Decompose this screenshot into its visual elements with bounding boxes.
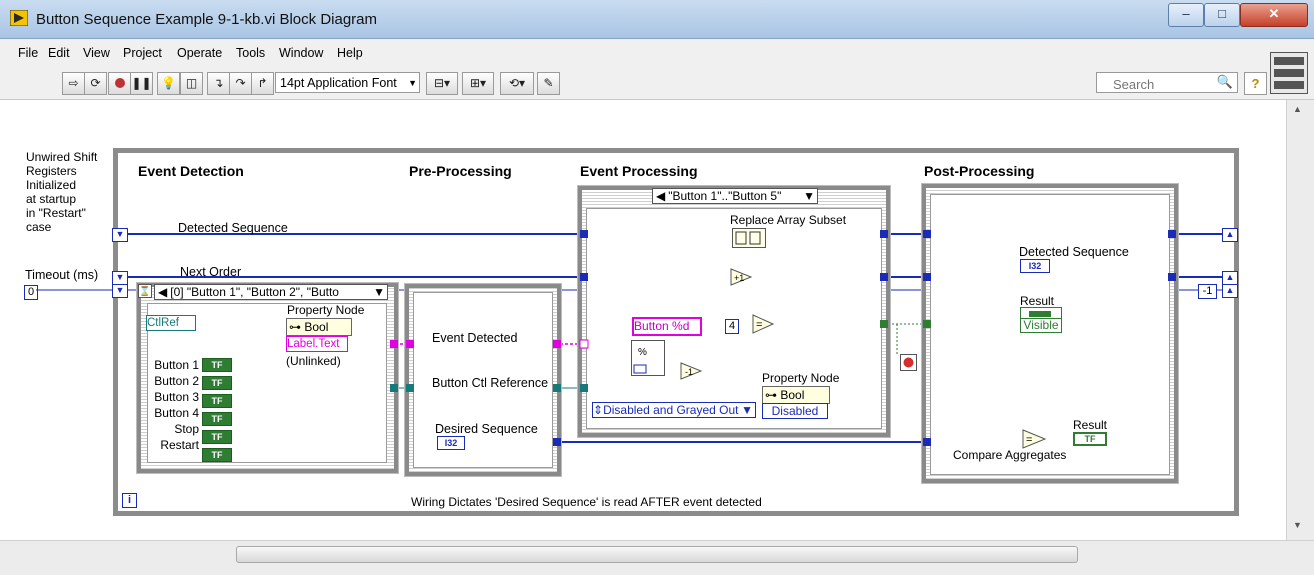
step-out-icon[interactable]: ↱	[251, 72, 274, 95]
scroll-up-icon[interactable]: ▲	[1293, 104, 1302, 114]
run-continuously-icon[interactable]: ⟳	[84, 72, 107, 95]
distribute-objects-icon[interactable]: ⊞▾	[462, 72, 494, 95]
menu-project[interactable]: Project	[123, 46, 162, 60]
step-into-icon[interactable]: ↴	[207, 72, 230, 95]
title-bar: Button Sequence Example 9-1-kb.vi Block …	[0, 0, 1314, 39]
menu-help[interactable]: Help	[337, 46, 363, 60]
maximize-button[interactable]: □	[1204, 3, 1240, 27]
menu-tools[interactable]: Tools	[236, 46, 265, 60]
highlight-execution-icon[interactable]: 💡	[157, 72, 180, 95]
menu-file[interactable]: File	[18, 46, 38, 60]
footer-comment: Wiring Dictates 'Desired Sequence' is re…	[411, 495, 762, 509]
vi-icon[interactable]	[1270, 52, 1308, 94]
menu-edit[interactable]: Edit	[48, 46, 70, 60]
menu-bar: File Edit View Project Operate Tools Win…	[0, 39, 1314, 67]
step-over-icon[interactable]: ↷	[229, 72, 252, 95]
vertical-scrollbar[interactable]: ▲ ▼	[1286, 100, 1314, 540]
minimize-button[interactable]: –	[1168, 3, 1204, 27]
menu-view[interactable]: View	[83, 46, 110, 60]
window-title: Button Sequence Example 9-1-kb.vi Block …	[36, 11, 378, 28]
scroll-down-icon[interactable]: ▼	[1293, 520, 1302, 530]
font-select[interactable]: 14pt Application Font ▼	[275, 72, 420, 93]
menu-operate[interactable]: Operate	[177, 46, 222, 60]
align-objects-icon[interactable]: ⊟▾	[426, 72, 458, 95]
horizontal-scroll-thumb[interactable]	[236, 546, 1078, 563]
block-diagram[interactable]: Unwired Shift Registers Initialized at s…	[0, 100, 1285, 540]
pause-icon[interactable]: ❚❚	[130, 72, 153, 95]
context-help-button[interactable]: ?	[1244, 72, 1267, 95]
chevron-down-icon: ▼	[408, 78, 417, 88]
menu-window[interactable]: Window	[279, 46, 323, 60]
retain-wire-values-icon[interactable]: ◫	[180, 72, 203, 95]
run-arrow-icon[interactable]: ⇨	[62, 72, 85, 95]
search-icon[interactable]: 🔍	[1217, 74, 1233, 90]
font-select-value: 14pt Application Font	[280, 76, 397, 90]
toolbar: ⇨ ⟳ ❚❚ 💡 ◫ ↴ ↷ ↱ 14pt Application Font ▼…	[0, 67, 1314, 100]
horizontal-scrollbar[interactable]	[0, 540, 1314, 575]
reorder-icon[interactable]: ⟲▾	[500, 72, 534, 95]
search-input[interactable]	[1111, 75, 1215, 93]
close-button[interactable]: ✕	[1240, 3, 1308, 27]
iteration-terminal[interactable]: i	[122, 493, 137, 508]
labview-icon	[9, 9, 29, 27]
search-box[interactable]: 🔍	[1096, 72, 1238, 93]
tunnels-layer	[390, 230, 1176, 446]
abort-icon[interactable]	[108, 72, 131, 95]
clean-up-diagram-icon[interactable]: ✎	[537, 72, 560, 95]
